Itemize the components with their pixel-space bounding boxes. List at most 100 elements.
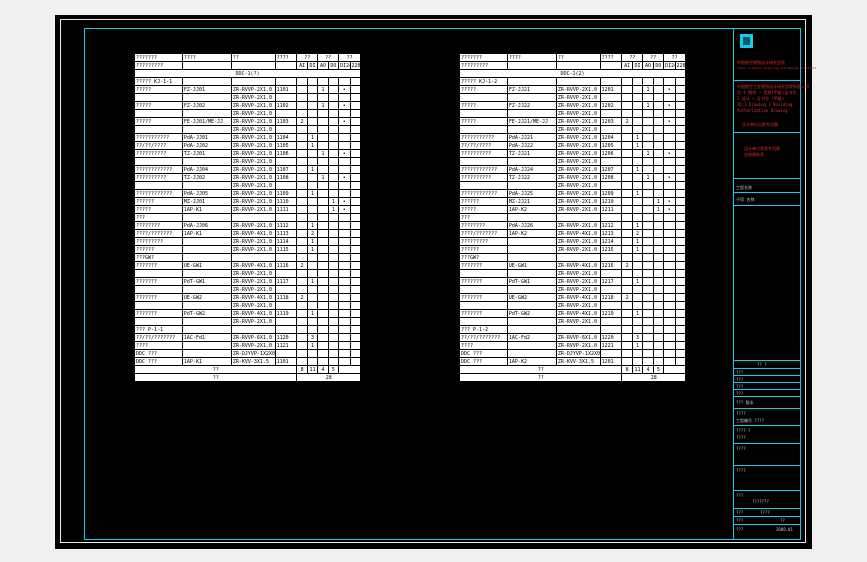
table-cell bbox=[349, 213, 362, 222]
table-row: ????? KJ-1-1 bbox=[134, 77, 362, 86]
table-row: ??/??/??????? 1AC-Fd2 ZR-RVVP-6X1.0 1220 3 bbox=[459, 333, 687, 342]
table-cell: 1AP-K1 bbox=[181, 357, 232, 366]
table-cell bbox=[621, 181, 633, 190]
table-cell: TZ-JJ22 bbox=[506, 173, 557, 182]
table-cell bbox=[642, 213, 654, 222]
table-cell bbox=[663, 333, 676, 342]
table-cell bbox=[349, 349, 362, 358]
header-cell: ?? bbox=[338, 53, 361, 62]
table-cell: ZR-RVVP-4X1.0 bbox=[555, 309, 601, 318]
table-cell bbox=[134, 93, 183, 102]
table-cell: • bbox=[338, 205, 351, 214]
table-cell: ??/??/??????? bbox=[459, 333, 508, 342]
title-divider bbox=[734, 396, 801, 397]
header-cell: AI bbox=[296, 61, 308, 70]
table-cell bbox=[674, 301, 687, 310]
table-row: ZR-RVVP-2X1.0 bbox=[459, 125, 687, 134]
table-cell bbox=[631, 317, 644, 326]
table-cell bbox=[663, 269, 676, 278]
table-cell: PdA-JJ06 bbox=[181, 221, 232, 230]
io-point-table-right: ??????? ???? ?? ???? ?? ?? ?? ????????? … bbox=[458, 53, 687, 382]
table-cell bbox=[506, 317, 557, 326]
table-cell: TZ-JJ02 bbox=[181, 173, 232, 182]
table-cell bbox=[327, 293, 340, 302]
table-cell: 1203 bbox=[599, 117, 623, 126]
table-cell: ZR-RVVP-2X1.0 bbox=[230, 181, 276, 190]
table-cell: PdA-JJ04 bbox=[181, 165, 232, 174]
table-cell: 1 bbox=[317, 85, 329, 94]
title-divider bbox=[734, 408, 801, 409]
table-cell: ????? bbox=[134, 101, 183, 110]
header-cell: DI24V bbox=[338, 61, 351, 70]
table-cell bbox=[642, 325, 654, 334]
table-row: DDC ??? ZR-DJYVP-1X2X0 bbox=[459, 349, 687, 358]
table-cell bbox=[327, 101, 340, 110]
table-cell bbox=[621, 101, 633, 110]
table-cell bbox=[621, 157, 633, 166]
table-cell: ??? P-1-2 bbox=[459, 325, 508, 334]
table-row: DDC ??? 1AP-K1 ZR-KVV-3X1.5 1101 bbox=[134, 357, 362, 366]
table-cell bbox=[306, 181, 319, 190]
table-cell: 1201 bbox=[599, 85, 623, 94]
header-cell: DI bbox=[306, 61, 319, 70]
table-cell bbox=[317, 221, 329, 230]
table-cell bbox=[674, 141, 687, 150]
table-cell bbox=[181, 317, 232, 326]
table-row: ??????? PdT-GW2 ZR-RVVP-4X1.0 1219 1 bbox=[459, 309, 687, 318]
table-cell: 1205 bbox=[599, 141, 623, 150]
table-cell: ???? bbox=[459, 341, 508, 350]
table-cell bbox=[459, 125, 508, 134]
table-cell: ZR-RVVP-2X1.0 bbox=[555, 109, 601, 118]
table-cell bbox=[599, 285, 623, 294]
table-row: ?????? ZR-RVVP-2X1.0 1215 1 bbox=[459, 245, 687, 254]
table-cell bbox=[631, 213, 644, 222]
table-cell bbox=[642, 189, 654, 198]
table-cell bbox=[338, 165, 351, 174]
table-cell bbox=[652, 261, 665, 270]
title-divider bbox=[734, 425, 801, 426]
table-cell bbox=[317, 117, 329, 126]
table-row: ??? P-1-1 bbox=[134, 325, 362, 334]
table-cell bbox=[327, 149, 340, 158]
table-cell: ZR-RVVP-4X1.0 bbox=[230, 261, 276, 270]
table-row: ZR-RVVP-2X1.0 bbox=[134, 285, 362, 294]
table-cell: 1AP-K2 bbox=[506, 205, 557, 214]
table-cell: 1 bbox=[306, 221, 319, 230]
table-cell bbox=[317, 237, 329, 246]
table-cell bbox=[652, 141, 665, 150]
table-cell: ??? bbox=[134, 213, 183, 222]
table-cell bbox=[652, 333, 665, 342]
table-cell bbox=[296, 197, 308, 206]
table-cell bbox=[274, 157, 298, 166]
table-row: ZR-RVVP-2X1.0 bbox=[134, 93, 362, 102]
table-cell bbox=[642, 237, 654, 246]
table-cell: • bbox=[338, 117, 351, 126]
table-cell: 1211 bbox=[599, 205, 623, 214]
table-cell bbox=[642, 229, 654, 238]
table-cell: ZR-RVVP-2X1.0 bbox=[230, 237, 276, 246]
table-cell: ZR-RVVP-2X1.0 bbox=[555, 117, 601, 126]
table-cell bbox=[663, 325, 676, 334]
table-cell bbox=[652, 173, 665, 182]
table-cell bbox=[652, 285, 665, 294]
table-cell: ZR-RVVP-2X1.0 bbox=[230, 93, 276, 102]
table-cell bbox=[317, 157, 329, 166]
table-cell bbox=[296, 205, 308, 214]
table-cell: • bbox=[663, 149, 676, 158]
table-cell bbox=[621, 301, 633, 310]
table-cell bbox=[663, 125, 676, 134]
table-cell bbox=[631, 301, 644, 310]
title-divider bbox=[734, 205, 801, 206]
table-cell bbox=[306, 149, 319, 158]
table-cell bbox=[338, 133, 351, 142]
table-cell bbox=[338, 245, 351, 254]
table-cell bbox=[306, 93, 319, 102]
table-row: ?????????? TZ-JJ02 ZR-RVVP-2X1.0 1108 1 • bbox=[134, 173, 362, 182]
table-cell bbox=[296, 309, 308, 318]
table-cell bbox=[621, 325, 633, 334]
table-cell bbox=[327, 189, 340, 198]
table-row: ????????? ZR-RVVP-2X1.0 1214 1 bbox=[459, 237, 687, 246]
table-cell bbox=[621, 133, 633, 142]
table-cell bbox=[652, 213, 665, 222]
table-cell: • bbox=[338, 149, 351, 158]
